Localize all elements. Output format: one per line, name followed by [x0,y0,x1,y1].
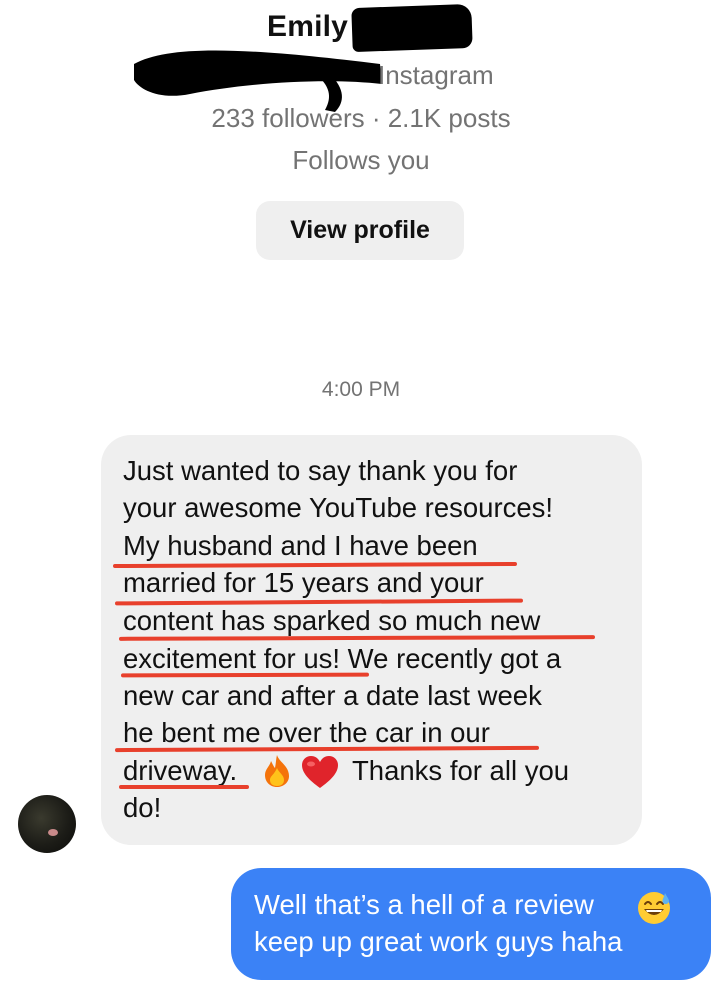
reply-line: keep up great work guys haha [254,926,623,957]
fire-emoji-icon [265,755,289,787]
dm-thread-screen: Emily Instagram 233 followers · 2.1K pos… [0,0,722,984]
grinning-sweat-emoji-icon [638,892,670,924]
message-line: married for 15 years and your [123,567,484,598]
reply-line: Well that’s a hell of a review [254,889,594,920]
message-line: do! [123,792,162,823]
redaction-scribble [134,50,382,112]
message-line: driveway. [123,755,238,786]
sender-avatar[interactable] [18,795,76,853]
view-profile-button[interactable]: View profile [256,201,464,260]
message-line: My husband and I have been [123,530,478,561]
red-heart-emoji-icon [302,756,338,788]
follows-status: Follows you [292,145,430,175]
message-line: your awesome YouTube resources! [123,492,554,523]
message-timestamp: 4:00 PM [321,378,401,401]
message-line: Just wanted to say thank you for [123,455,518,486]
message-line: content has sparked so much new [123,605,541,636]
message-line: Thanks for all you [352,755,570,786]
message-line: excitement for us! We recently got a [123,643,562,674]
profile-platform: Instagram [378,60,494,90]
highlight-underline [120,672,370,678]
highlight-underline [119,785,249,789]
message-line: new car and after a date last week [123,680,542,711]
profile-stats: 233 followers · 2.1K posts [211,103,511,133]
